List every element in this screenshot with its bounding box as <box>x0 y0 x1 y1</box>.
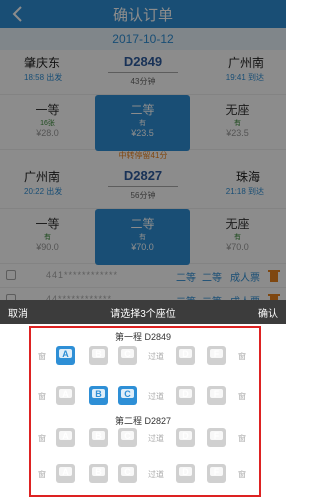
seat-letter: A <box>62 431 69 441</box>
seat-B[interactable]: B <box>89 346 108 365</box>
seat-picker-toolbar: 取消 请选择3个座位 确认 <box>0 300 286 324</box>
seat-A[interactable]: A <box>56 464 75 483</box>
aisle-label: 过道 <box>148 352 164 361</box>
seat-C[interactable]: C <box>118 346 137 365</box>
window-label: 窗 <box>238 470 246 479</box>
leg2-seat-title: 第二程 D2827 <box>114 416 172 426</box>
seat-D[interactable]: D <box>176 464 195 483</box>
seat-B[interactable]: B <box>89 428 108 447</box>
seat-letter: C <box>124 467 131 477</box>
seat-letter: F <box>213 349 220 359</box>
confirm-button[interactable]: 确认 <box>258 305 278 320</box>
seat-letter: C <box>124 349 131 359</box>
aisle-label: 过道 <box>148 392 164 401</box>
seat-picker: 第一程 D2849 窗 A B C 过道 D F 窗 窗 A B C 过道 D … <box>0 324 286 500</box>
seat-letter: B <box>95 349 102 359</box>
window-label: 窗 <box>238 392 246 401</box>
seat-letter: F <box>213 389 220 399</box>
seat-letter: C <box>124 431 131 441</box>
seat-F[interactable]: F <box>207 346 226 365</box>
window-label: 窗 <box>38 352 46 361</box>
seat-A[interactable]: A <box>56 386 75 405</box>
window-label: 窗 <box>38 470 46 479</box>
seat-letter: D <box>182 467 189 477</box>
seat-D[interactable]: D <box>176 428 195 447</box>
seat-letter: A <box>62 467 69 477</box>
seat-B[interactable]: B <box>89 464 108 483</box>
seat-F[interactable]: F <box>207 464 226 483</box>
window-label: 窗 <box>238 352 246 361</box>
seat-B[interactable]: B <box>89 386 108 405</box>
seat-letter: B <box>95 389 102 399</box>
leg1-seat-title: 第一程 D2849 <box>114 332 172 342</box>
aisle-label: 过道 <box>148 434 164 443</box>
seat-letter: D <box>182 349 189 359</box>
window-label: 窗 <box>38 434 46 443</box>
seat-D[interactable]: D <box>176 346 195 365</box>
seat-letter: C <box>124 389 131 399</box>
aisle-label: 过道 <box>148 470 164 479</box>
seat-letter: F <box>213 431 220 441</box>
seat-D[interactable]: D <box>176 386 195 405</box>
seat-C[interactable]: C <box>118 428 137 447</box>
seat-F[interactable]: F <box>207 428 226 447</box>
window-label: 窗 <box>238 434 246 443</box>
seat-A[interactable]: A <box>56 346 75 365</box>
seat-letter: F <box>213 467 220 477</box>
seat-letter: B <box>95 467 102 477</box>
seat-letter: A <box>62 389 69 399</box>
seat-C[interactable]: C <box>118 386 137 405</box>
seat-letter: A <box>62 349 69 359</box>
seat-F[interactable]: F <box>207 386 226 405</box>
seat-letter: B <box>95 431 102 441</box>
seat-letter: D <box>182 431 189 441</box>
seat-picker-title: 请选择3个座位 <box>110 308 176 320</box>
seat-C[interactable]: C <box>118 464 137 483</box>
seat-A[interactable]: A <box>56 428 75 447</box>
window-label: 窗 <box>38 392 46 401</box>
cancel-button[interactable]: 取消 <box>8 305 28 320</box>
seat-letter: D <box>182 389 189 399</box>
